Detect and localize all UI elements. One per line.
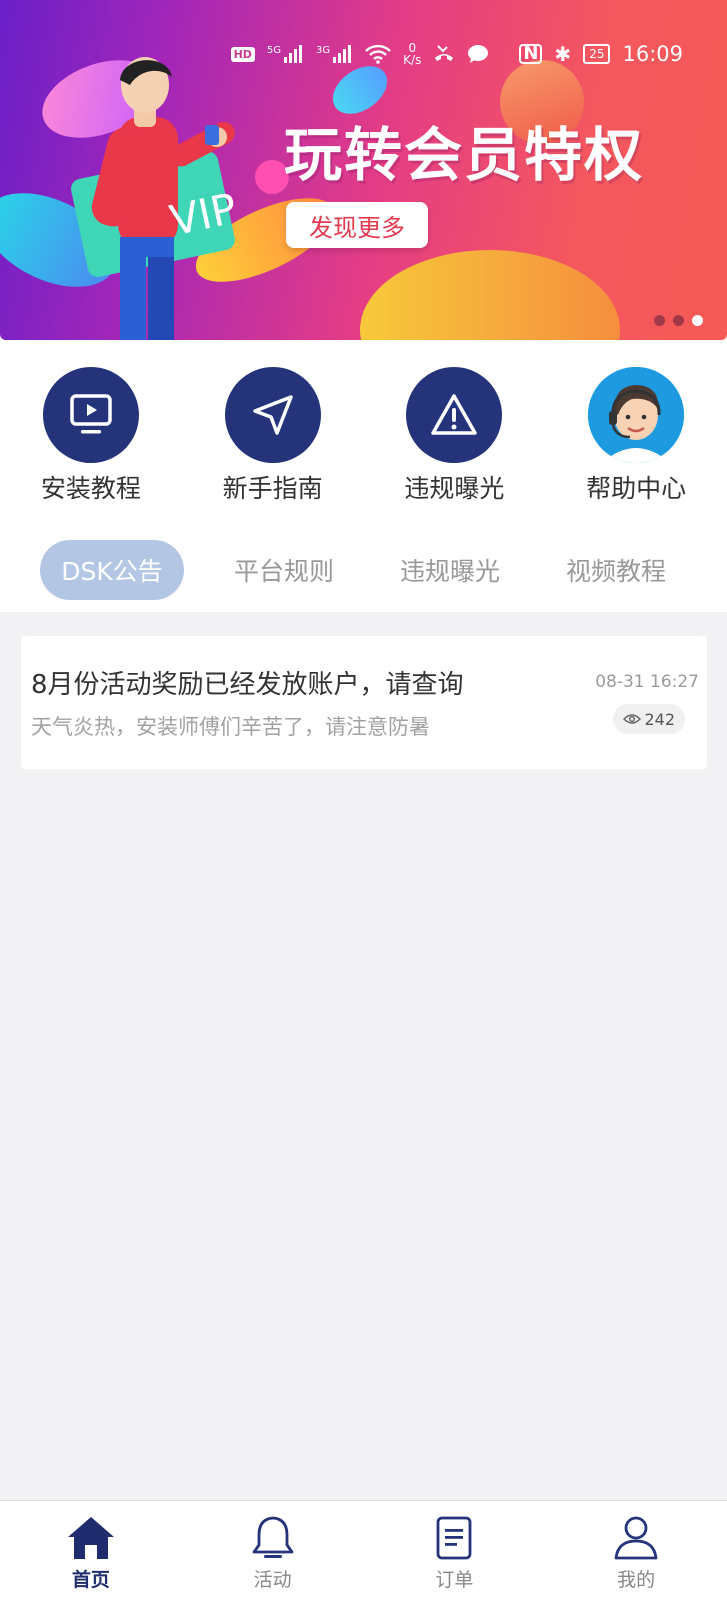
nav-home[interactable]: 首页 xyxy=(0,1501,182,1601)
quick-item-label: 违规曝光 xyxy=(404,474,505,503)
carousel-dot-active[interactable] xyxy=(692,315,703,326)
quick-item-help-center[interactable]: 帮助中心 xyxy=(545,367,727,507)
hd-voice-icon: HD xyxy=(230,46,255,62)
announcement-card[interactable]: 8月份活动奖励已经发放账户，请查询 天气炎热，安装师傅们辛苦了，请注意防暑 08… xyxy=(21,636,707,769)
user-icon xyxy=(614,1516,658,1560)
tv-play-icon xyxy=(42,367,139,463)
missed-call-icon xyxy=(435,45,454,61)
document-icon xyxy=(436,1516,472,1560)
quick-item-install-tutorial[interactable]: 安装教程 xyxy=(0,367,182,507)
battery-icon: 25 xyxy=(583,44,611,64)
discover-more-button[interactable]: 发现更多 xyxy=(286,202,428,248)
carousel-indicator xyxy=(654,315,703,326)
navigation-arrow-icon xyxy=(224,367,321,463)
bell-icon xyxy=(252,1516,294,1558)
bluetooth-icon: ✱ xyxy=(554,42,572,66)
announcement-subtitle: 天气炎热，安装师傅们辛苦了，请注意防暑 xyxy=(31,715,430,739)
nav-profile[interactable]: 我的 xyxy=(545,1501,727,1601)
banner-title: 玩转会员特权 xyxy=(284,121,645,189)
tab-platform-rules[interactable]: 平台规则 xyxy=(214,540,354,600)
wifi-icon xyxy=(365,44,392,64)
quick-item-label: 新手指南 xyxy=(222,474,323,503)
signal-5g-icon: 5G xyxy=(267,45,304,63)
customer-service-avatar-icon xyxy=(588,367,685,463)
view-count: 242 xyxy=(644,709,675,729)
signal-3g-icon: 3G xyxy=(316,45,353,63)
carousel-dot[interactable] xyxy=(654,315,665,326)
quick-item-violation-exposure[interactable]: 违规曝光 xyxy=(364,367,546,507)
nav-label: 我的 xyxy=(617,1569,656,1591)
nav-activity[interactable]: 活动 xyxy=(182,1501,364,1601)
promo-banner[interactable]: VIP HD 5G 3G 0 K/s N ✱ 25 16:09 玩转会员特权 发… xyxy=(0,0,727,340)
announcement-title: 8月份活动奖励已经发放账户，请查询 xyxy=(31,670,464,700)
nav-label: 活动 xyxy=(253,1569,292,1591)
quick-menu: 安装教程 新手指南 违规曝光 帮助中心 xyxy=(0,367,727,507)
eye-icon xyxy=(623,714,642,724)
bottom-navigation: 首页 活动 订单 我的 xyxy=(0,1500,727,1601)
quick-item-label: 安装教程 xyxy=(40,474,141,503)
view-count-badge: 242 xyxy=(613,704,685,734)
banner-blob-decoration xyxy=(360,250,620,340)
warning-triangle-icon xyxy=(406,367,503,463)
nfc-icon: N xyxy=(519,44,543,64)
nav-label: 首页 xyxy=(71,1569,110,1591)
nav-label: 订单 xyxy=(435,1569,474,1591)
home-icon xyxy=(67,1517,114,1559)
announcement-tabs: DSK公告 平台规则 违规曝光 视频教程 xyxy=(0,540,727,602)
status-bar: HD 5G 3G 0 K/s N ✱ 25 16:09 xyxy=(230,40,683,68)
network-speed: 0 K/s xyxy=(403,41,422,67)
nav-orders[interactable]: 订单 xyxy=(364,1501,546,1601)
announcement-time: 08-31 16:27 xyxy=(595,672,699,692)
clock: 16:09 xyxy=(622,42,683,66)
message-bubble-icon xyxy=(468,45,489,63)
quick-item-beginner-guide[interactable]: 新手指南 xyxy=(182,367,364,507)
tab-dsk-notice[interactable]: DSK公告 xyxy=(40,540,184,600)
quick-item-label: 帮助中心 xyxy=(586,474,687,503)
carousel-dot[interactable] xyxy=(673,315,684,326)
tab-violation-exposure[interactable]: 违规曝光 xyxy=(380,540,520,600)
tab-video-tutorial[interactable]: 视频教程 xyxy=(546,540,686,600)
